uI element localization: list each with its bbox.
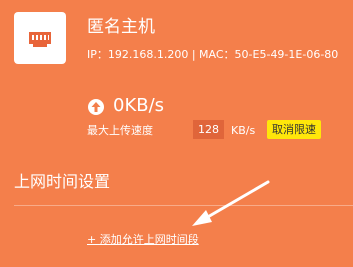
device-address: IP：192.168.1.200 | MAC：50-E5-49-1E-06-80	[87, 48, 339, 61]
upload-speed-value: 0KB/s	[113, 95, 165, 116]
arrow-up-circle-icon	[88, 99, 104, 115]
cancel-limit-button[interactable]: 取消限速	[267, 120, 321, 139]
upload-limit-unit: KB/s	[231, 124, 256, 137]
upload-limit-input[interactable]	[193, 120, 224, 139]
device-icon	[14, 12, 66, 64]
section-divider	[14, 205, 353, 206]
add-time-period-link[interactable]: + 添加允许上网时间段	[87, 233, 199, 247]
upload-limit-label: 最大上传速度	[87, 124, 153, 137]
online-time-title: 上网时间设置	[14, 172, 111, 191]
device-name: 匿名主机	[87, 17, 155, 37]
ethernet-port-icon	[29, 32, 51, 47]
